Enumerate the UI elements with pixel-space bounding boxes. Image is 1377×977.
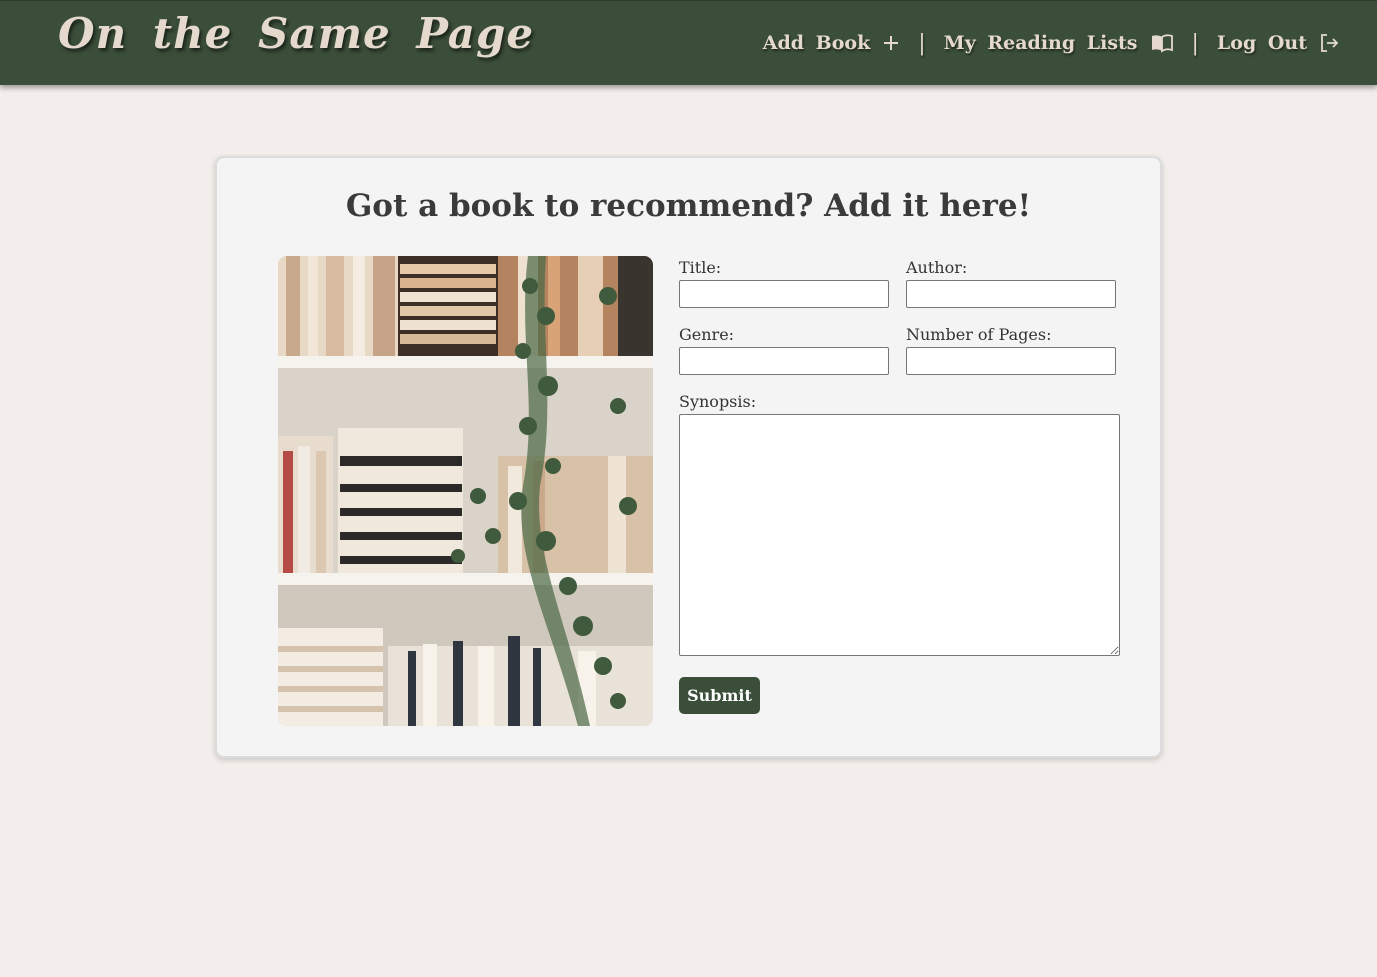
nav-add-book-label: Add Book bbox=[762, 32, 871, 54]
bookshelf-photo bbox=[278, 256, 653, 726]
navbar: On the Same Page Add Book | My Reading L… bbox=[0, 0, 1377, 85]
synopsis-textarea[interactable] bbox=[679, 414, 1120, 656]
title-label: Title: bbox=[679, 258, 722, 277]
genre-label: Genre: bbox=[679, 325, 735, 344]
pages-label: Number of Pages: bbox=[906, 325, 1052, 344]
nav-separator: | bbox=[918, 30, 926, 56]
nav-links: Add Book | My Reading Lists | Log Out bbox=[763, 28, 1339, 58]
plus-icon bbox=[882, 34, 900, 52]
logout-icon bbox=[1319, 33, 1339, 53]
title-input[interactable] bbox=[679, 280, 889, 308]
nav-reading-lists[interactable]: My Reading Lists bbox=[944, 32, 1174, 54]
genre-input[interactable] bbox=[679, 347, 889, 375]
page-title: Got a book to recommend? Add it here! bbox=[345, 188, 1032, 224]
pages-input[interactable] bbox=[906, 347, 1116, 375]
author-input[interactable] bbox=[906, 280, 1116, 308]
nav-separator: | bbox=[1191, 30, 1199, 56]
nav-log-out[interactable]: Log Out bbox=[1217, 32, 1339, 54]
add-book-card: Got a book to recommend? Add it here! Ti… bbox=[215, 156, 1162, 758]
synopsis-label: Synopsis: bbox=[679, 392, 757, 411]
nav-log-out-label: Log Out bbox=[1216, 32, 1307, 54]
nav-add-book[interactable]: Add Book bbox=[763, 32, 901, 54]
nav-reading-lists-label: My Reading Lists bbox=[943, 32, 1138, 54]
submit-button[interactable]: Submit bbox=[679, 677, 760, 714]
brand-logo[interactable]: On the Same Page bbox=[58, 9, 534, 58]
author-label: Author: bbox=[906, 258, 968, 277]
open-book-icon bbox=[1150, 33, 1174, 53]
